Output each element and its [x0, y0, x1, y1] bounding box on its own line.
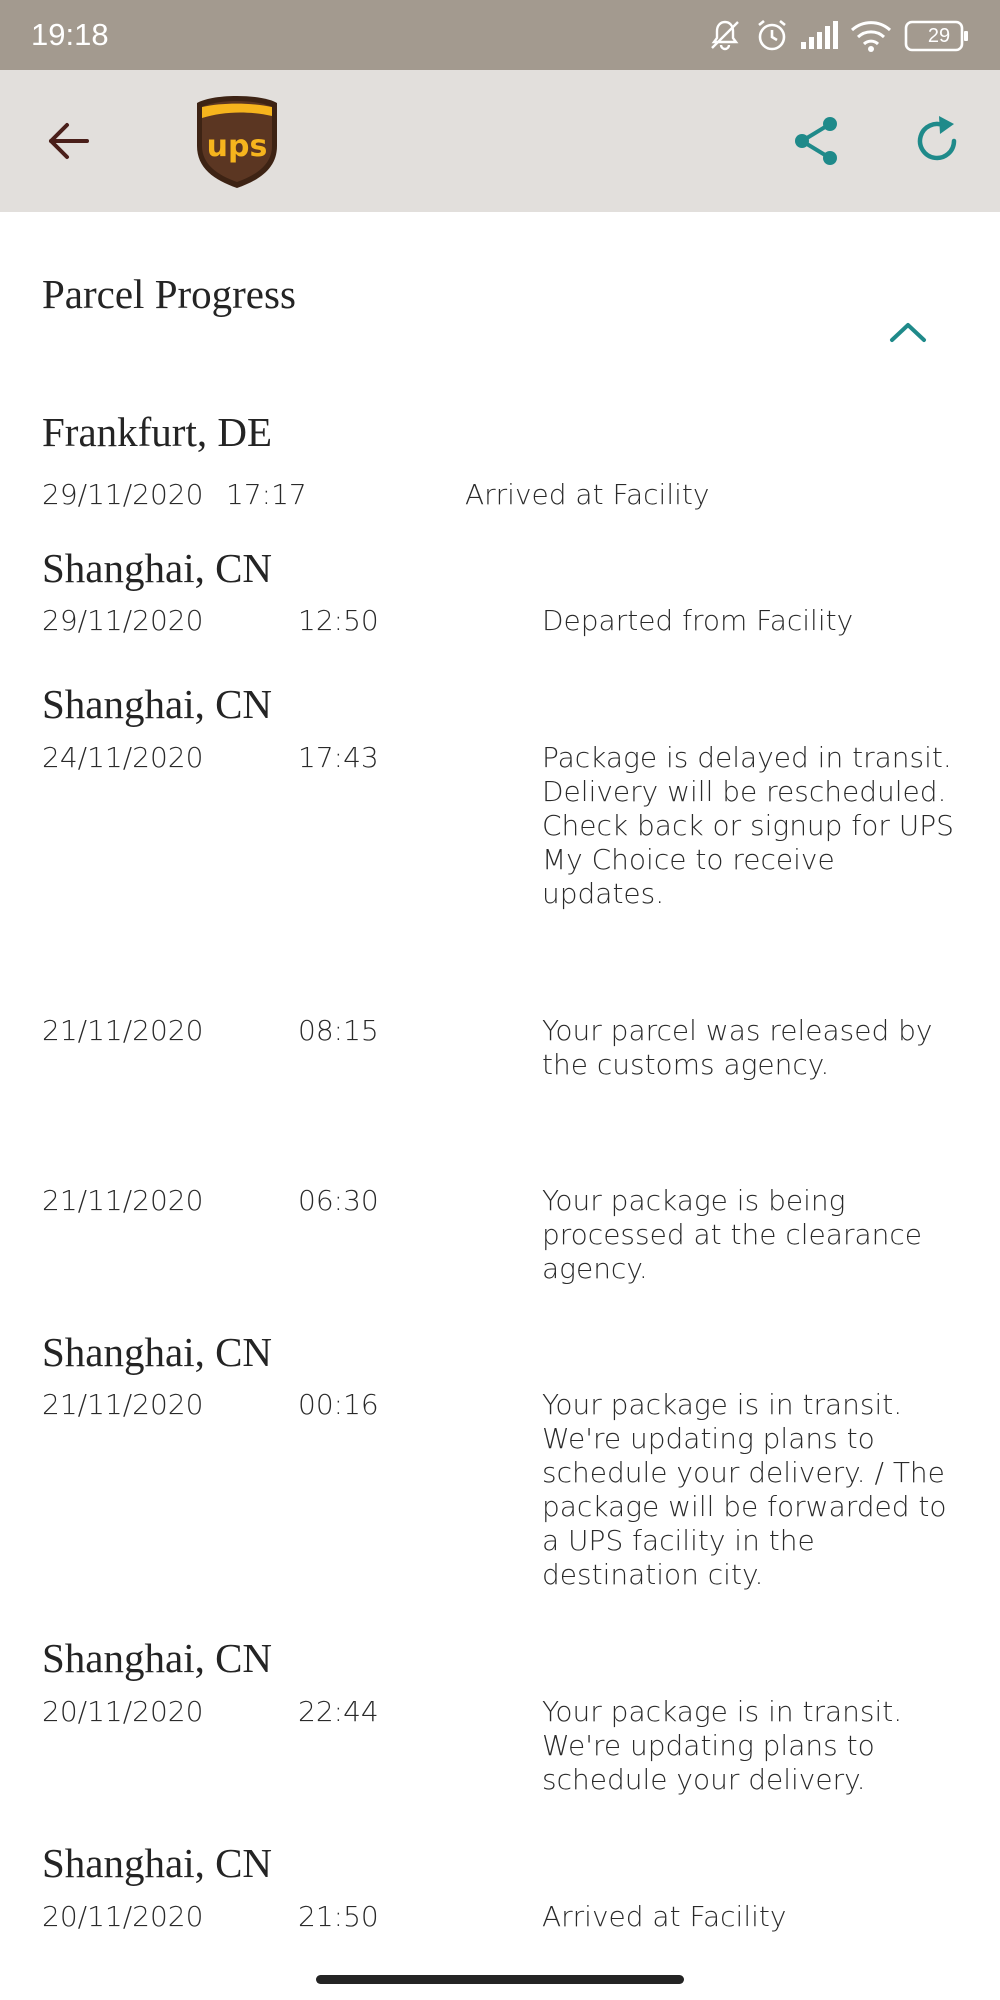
- share-icon: [795, 117, 837, 165]
- event-location: Shanghai, CN: [42, 1329, 273, 1375]
- signal-icon: [801, 21, 838, 49]
- bell-muted-icon: [711, 20, 739, 51]
- home-indicator[interactable]: [316, 1975, 684, 1984]
- arrow-left-icon: [49, 123, 89, 159]
- event-time: 08:15: [298, 1014, 379, 1047]
- event-status: Your package is being processed at the c…: [542, 1184, 922, 1285]
- event-time: 21:50: [298, 1900, 379, 1933]
- event-time: 00:16: [298, 1388, 379, 1421]
- event-time: 17:43: [298, 741, 379, 774]
- event-date: 20/11/2020: [42, 1900, 204, 1933]
- section-title: Parcel Progress: [42, 271, 296, 317]
- event-date: 21/11/2020: [42, 1184, 204, 1217]
- back-button[interactable]: [14, 70, 124, 212]
- event-time: 12:50: [298, 604, 379, 637]
- share-button[interactable]: [762, 70, 872, 212]
- refresh-button[interactable]: [882, 70, 992, 212]
- event-location: Frankfurt, DE: [42, 409, 273, 455]
- event-status: Package is delayed in transit. Delivery …: [542, 741, 954, 910]
- event-status: Departed from Facility: [542, 604, 854, 637]
- event-status: Your parcel was released by the customs …: [542, 1014, 933, 1081]
- event-location: Shanghai, CN: [42, 545, 273, 591]
- chevron-up-icon: [890, 323, 926, 342]
- svg-text:ups: ups: [207, 129, 268, 164]
- alarm-icon: [758, 19, 786, 51]
- event-time: 17:17: [226, 478, 307, 511]
- event-time: 22:44: [298, 1695, 379, 1728]
- event-date: 21/11/2020: [42, 1388, 204, 1421]
- event-date: 24/11/2020: [42, 741, 204, 774]
- event-status: Your package is in transit. We're updati…: [542, 1388, 947, 1591]
- event-status: Arrived at Facility: [465, 478, 710, 511]
- event-location: Shanghai, CN: [42, 681, 273, 727]
- battery-level: 29: [927, 25, 951, 47]
- wifi-icon: [850, 21, 892, 52]
- event-date: 29/11/2020: [42, 478, 204, 511]
- app-bar: ups: [0, 70, 1000, 212]
- event-date: 21/11/2020: [42, 1014, 204, 1047]
- event-location: Shanghai, CN: [42, 1635, 273, 1681]
- status-time: 19:18: [31, 17, 109, 52]
- event-date: 29/11/2020: [42, 604, 204, 637]
- event-time: 06:30: [298, 1184, 379, 1217]
- status-bar: 19:18 29: [0, 0, 1000, 70]
- collapse-button[interactable]: [872, 302, 944, 362]
- event-status: Your package is in transit. We're updati…: [542, 1695, 903, 1796]
- refresh-icon: [917, 116, 957, 161]
- event-status: Arrived at Facility: [542, 1900, 787, 1933]
- event-location: Shanghai, CN: [42, 1840, 273, 1886]
- event-date: 20/11/2020: [42, 1695, 204, 1728]
- ups-logo: ups: [197, 96, 277, 188]
